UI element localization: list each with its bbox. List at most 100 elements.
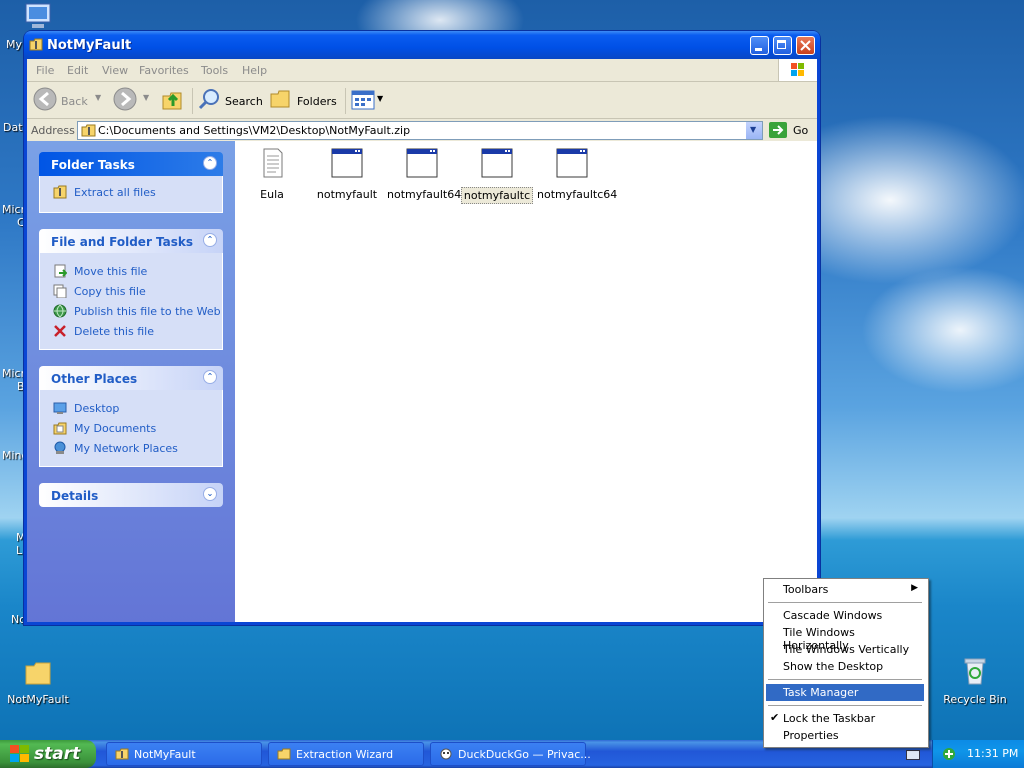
place-my-network-places[interactable]: My Network Places [40,438,222,458]
menu-item-show-desktop[interactable]: Show the Desktop [766,658,924,675]
task-extract-all-files-label: Extract all files [74,186,156,199]
maximize-button[interactable] [773,36,792,55]
application-window-icon [556,148,588,178]
menu-item-tile-vertically[interactable]: Tile Windows Vertically [766,641,924,658]
task-copy-file[interactable]: Copy this file [40,281,222,301]
menu-item-toolbars[interactable]: Toolbars ▶ [766,581,924,598]
address-dropdown-button[interactable]: ▼ [746,122,762,139]
window-client: File Edit View Favorites Tools Help Back… [27,59,817,622]
zip-folder-icon [29,38,43,51]
file-item-notmyfaultc[interactable]: notmyfaultc [460,147,534,204]
file-item-notmyfault64[interactable]: notmyfault64 [385,147,461,202]
network-tray-icon[interactable] [941,746,957,762]
window-titlebar[interactable]: NotMyFault [24,31,820,59]
folders-icon [270,90,290,108]
panel-other-places-title: Other Places [51,372,138,386]
panel-folder-tasks-header[interactable]: Folder Tasks ⌃ [39,152,223,176]
expand-chevron-icon[interactable]: ⌄ [203,487,217,501]
taskbar-button-notmyfault[interactable]: NotMyFault [106,742,262,766]
clock[interactable]: 11:31 PM [967,747,1018,760]
panel-details: Details ⌄ [39,483,223,507]
menu-file[interactable]: File [36,64,54,77]
maximize-icon [777,40,786,49]
file-item-eula[interactable]: Eula [235,147,309,202]
panel-details-header[interactable]: Details ⌄ [39,483,223,507]
task-move-file[interactable]: Move this file [40,261,222,281]
menu-help[interactable]: Help [242,64,267,77]
file-name: notmyfault [316,188,378,201]
task-delete-file[interactable]: Delete this file [40,321,222,341]
window-title: NotMyFault [47,38,132,53]
file-list: Eula notmyfault notmyfault64 notmyfaultc… [235,141,817,622]
keyboard-tray-icon[interactable] [906,750,920,760]
collapse-chevron-icon[interactable]: ⌃ [203,233,217,247]
menu-view[interactable]: View [102,64,128,77]
file-name: notmyfaultc64 [537,188,618,201]
desktop-icon [53,402,67,414]
taskbar-button-label: Extraction Wizard [296,748,394,761]
menu-bar: File Edit View Favorites Tools Help [27,59,817,82]
panel-details-title: Details [51,489,99,503]
menu-item-task-manager[interactable]: Task Manager [766,684,924,701]
place-my-documents-label: My Documents [74,422,157,435]
menu-separator [768,679,922,680]
task-publish-web-label: Publish this file to the Web [74,305,221,318]
desktop-icon-my-computer[interactable] [22,2,54,32]
windows-flag-icon [10,745,29,762]
place-desktop[interactable]: Desktop [40,398,222,418]
desktop-icon-notmyfault[interactable]: NotMyFault [2,660,74,706]
menu-edit[interactable]: Edit [67,64,88,77]
menu-item-properties[interactable]: Properties [766,727,924,744]
menu-item-cascade-windows[interactable]: Cascade Windows [766,607,924,624]
start-button[interactable]: start [0,740,96,768]
file-item-notmyfaultc64[interactable]: notmyfaultc64 [535,147,617,202]
menu-item-lock-taskbar[interactable]: ✔ Lock the Taskbar [766,710,924,727]
up-folder-button[interactable] [161,87,187,113]
move-file-icon [54,264,67,278]
taskbar-button-label: DuckDuckGo — Privac... [458,748,591,761]
taskbar-button-duckduckgo[interactable]: DuckDuckGo — Privac... [430,742,591,766]
search-button[interactable]: Search [197,87,263,113]
task-extract-all-files[interactable]: Extract all files [40,182,222,202]
address-input[interactable]: C:\Documents and Settings\VM2\Desktop\No… [77,121,763,140]
network-globe-icon [54,441,66,454]
panel-file-folder-tasks-header[interactable]: File and Folder Tasks ⌃ [39,229,223,253]
explorer-body: Folder Tasks ⌃ Extract all files File an… [27,141,817,622]
views-button[interactable]: ▼ [351,89,387,113]
zip-folder-icon [115,748,129,760]
panel-folder-tasks-title: Folder Tasks [51,158,135,172]
go-button[interactable]: Go [769,122,808,141]
panel-other-places-body: Desktop My Documents My Network Places [39,390,223,467]
desktop-label-l: L [16,544,23,557]
minimize-button[interactable] [750,36,769,55]
my-documents-icon [53,422,67,435]
file-name: notmyfaultc [460,187,534,204]
panel-other-places-header[interactable]: Other Places ⌃ [39,366,223,390]
menu-tools[interactable]: Tools [201,64,228,77]
forward-button[interactable]: ▼ [113,87,153,113]
desktop-icon-recycle-bin[interactable]: Recycle Bin [940,656,1010,706]
go-arrow-icon [769,122,787,138]
file-item-notmyfault[interactable]: notmyfault [310,147,384,202]
globe-icon [53,304,67,318]
back-label: Back [61,95,88,108]
place-my-network-places-label: My Network Places [74,442,178,455]
collapse-chevron-icon[interactable]: ⌃ [203,156,217,170]
menu-favorites[interactable]: Favorites [139,64,189,77]
windows-flag-icon [791,63,804,76]
folders-button[interactable]: Folders [269,87,339,113]
menu-separator [768,705,922,706]
close-button[interactable] [796,36,815,55]
panel-folder-tasks: Folder Tasks ⌃ Extract all files [39,152,223,213]
task-publish-web[interactable]: Publish this file to the Web [40,301,222,321]
task-copy-file-label: Copy this file [74,285,146,298]
menu-item-tile-horizontally[interactable]: Tile Windows Horizontally [766,624,924,652]
system-tray: 11:31 PM [932,740,1024,768]
taskbar-button-label: NotMyFault [134,748,196,761]
application-window-icon [331,148,363,178]
taskbar-button-extraction-wizard[interactable]: Extraction Wizard [268,742,424,766]
place-my-documents[interactable]: My Documents [40,418,222,438]
panel-file-folder-tasks-body: Move this file Copy this file Publish th… [39,253,223,350]
back-button[interactable]: Back ▼ [33,87,113,113]
collapse-chevron-icon[interactable]: ⌃ [203,370,217,384]
